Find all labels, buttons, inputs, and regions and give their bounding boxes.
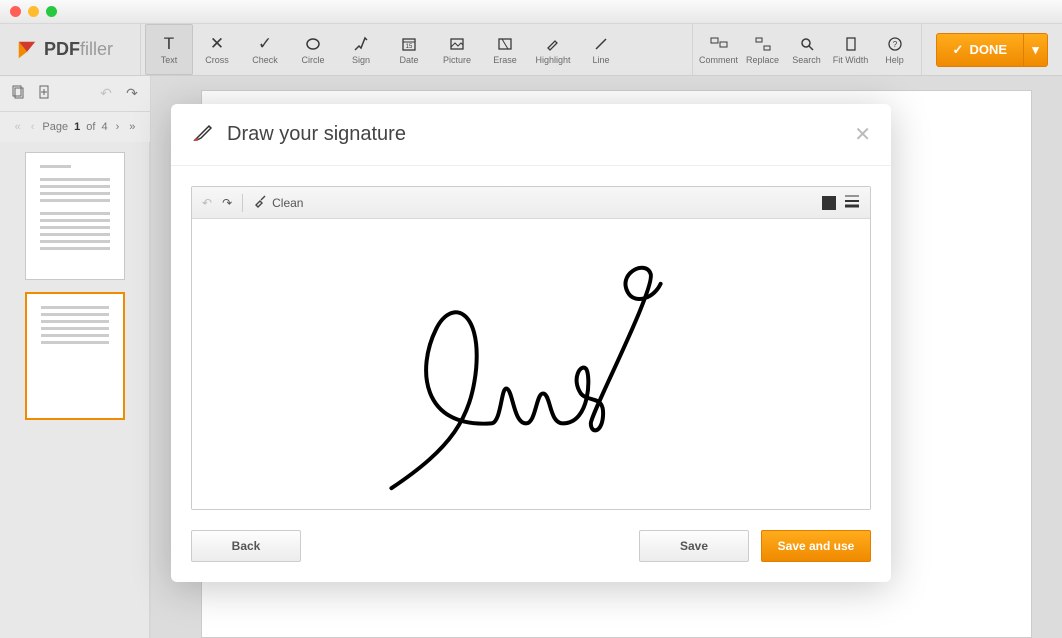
tool-search[interactable]: Search [785,24,829,75]
page-navigator: « ‹ Page 1 of 4 › » [0,112,150,142]
sidebar-toolbar: ↶ ↷ [0,76,150,112]
done-dropdown[interactable]: ▾ [1023,34,1047,66]
page-thumbnail-2[interactable] [25,292,125,420]
signature-save-use-button[interactable]: Save and use [761,530,871,562]
tool-fit-width[interactable]: Fit Width [829,24,873,75]
svg-text:?: ? [892,40,897,49]
last-page-button[interactable]: » [127,121,137,133]
search-icon [799,34,815,54]
tool-highlight[interactable]: Highlight [529,24,577,75]
page-thumbnail-1[interactable] [25,152,125,280]
redo-icon[interactable]: ↷ [122,85,142,102]
signature-clean-button[interactable]: Clean [253,194,303,211]
cross-icon: ✕ [210,34,224,54]
comment-icon [710,34,728,54]
brush-icon [253,194,267,211]
minimize-window-button[interactable] [28,6,39,17]
signature-draw-panel: ↶ ↷ Clean [191,186,871,510]
macos-titlebar [0,0,1062,24]
erase-icon [497,34,513,54]
brand-pdf: PDF [44,39,80,59]
signature-canvas[interactable] [192,219,870,509]
tool-comment[interactable]: Comment [697,24,741,75]
prev-page-button[interactable]: ‹ [29,121,37,133]
pages-panel-icon[interactable] [8,85,28,102]
tool-text[interactable]: T Text [145,24,193,75]
tool-label: Text [161,55,178,65]
replace-icon [755,34,771,54]
modal-close-button[interactable]: ✕ [854,122,871,147]
pen-icon [191,120,215,149]
signature-color-picker[interactable] [822,196,836,210]
first-page-button[interactable]: « [13,121,23,133]
tool-label: Cross [205,55,229,65]
pdffiller-logo-icon [16,39,38,61]
tool-label: Fit Width [833,55,869,65]
modal-title: Draw your signature [227,123,406,146]
tool-label: Check [252,55,278,65]
text-icon: T [164,34,174,54]
signature-undo-button[interactable]: ↶ [202,196,212,210]
tool-label: Circle [301,55,324,65]
help-icon: ? [887,34,903,54]
page-prefix: Page [42,121,68,133]
next-page-button[interactable]: › [114,121,122,133]
tool-label: Date [399,55,418,65]
zoom-window-button[interactable] [46,6,57,17]
brand-filler: filler [80,39,113,59]
check-icon: ✓ [258,34,272,54]
sidebar: ↶ ↷ « ‹ Page 1 of 4 › » [0,76,150,638]
tool-erase[interactable]: Erase [481,24,529,75]
tool-label: Highlight [535,55,570,65]
brand-logo: PDFfiller [0,24,140,75]
done-button[interactable]: ✓ DONE ▾ [936,33,1048,67]
main-toolbar: PDFfiller T Text ✕ Cross ✓ Check Circle … [0,24,1062,76]
page-current: 1 [74,121,80,133]
check-icon: ✓ [953,42,964,58]
clean-label: Clean [272,196,303,210]
signature-redo-button[interactable]: ↷ [222,196,232,210]
signature-back-button[interactable]: Back [191,530,301,562]
tool-date[interactable]: 15 Date [385,24,433,75]
tool-check[interactable]: ✓ Check [241,24,289,75]
signature-modal: Draw your signature ✕ ↶ ↷ Clean [171,104,891,582]
tool-cross[interactable]: ✕ Cross [193,24,241,75]
tool-label: Comment [699,55,738,65]
close-window-button[interactable] [10,6,21,17]
tool-label: Erase [493,55,517,65]
sign-icon [353,34,369,54]
svg-text:15: 15 [406,44,413,50]
signature-save-button[interactable]: Save [639,530,749,562]
tool-picture[interactable]: Picture [433,24,481,75]
tool-sign[interactable]: Sign [337,24,385,75]
line-icon [593,34,609,54]
tool-label: Replace [746,55,779,65]
circle-icon [305,34,321,54]
tool-label: Picture [443,55,471,65]
tool-label: Help [885,55,904,65]
undo-icon[interactable]: ↶ [96,85,116,102]
tool-replace[interactable]: Replace [741,24,785,75]
tool-label: Line [592,55,609,65]
tool-label: Sign [352,55,370,65]
add-page-icon[interactable] [34,85,54,102]
tool-label: Search [792,55,821,65]
page-total: 4 [101,121,107,133]
tool-help[interactable]: ? Help [873,24,917,75]
signature-stroke [192,219,870,508]
tool-line[interactable]: Line [577,24,625,75]
done-label: DONE [969,42,1007,57]
edit-tools-group: T Text ✕ Cross ✓ Check Circle Sign 15 Da… [140,24,629,75]
page-of: of [86,121,95,133]
tool-circle[interactable]: Circle [289,24,337,75]
fit-width-icon [843,34,859,54]
signature-thickness-picker[interactable] [844,194,860,211]
view-tools-group: Comment Replace Search Fit Width ? Help [692,24,922,75]
picture-icon [449,34,465,54]
date-icon: 15 [401,34,417,54]
highlight-icon [545,34,561,54]
